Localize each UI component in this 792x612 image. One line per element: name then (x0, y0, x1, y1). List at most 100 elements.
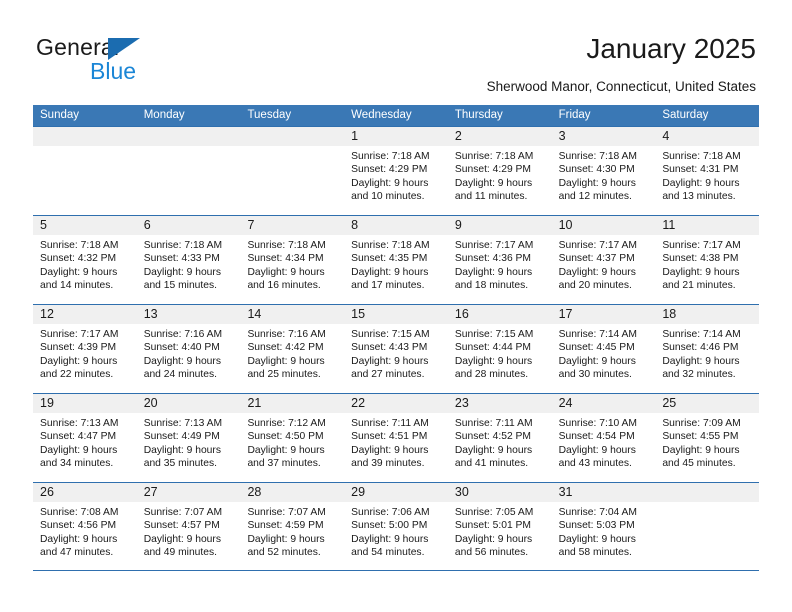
day-daylight-line1-text: Daylight: 9 hours (247, 266, 325, 278)
day-sunrise-text: Sunrise: 7:08 AM (40, 507, 119, 518)
day-sun-info: Sunrise: 7:11 AM Sunset: 4:51 PM Daylight:… (344, 413, 448, 471)
day-number-band (240, 127, 345, 146)
calendar-day-cell[interactable]: 10 Sunrise: 7:17 AM Sunset: 4:37 PM Dayligh… (551, 216, 656, 304)
day-number: 2 (454, 129, 462, 143)
calendar-week-row: 26 Sunrise: 7:08 AM Sunset: 4:56 PM Dayligh… (33, 482, 760, 571)
day-sun-info: Sunrise: 7:17 AM Sunset: 4:36 PM Daylight:… (448, 235, 552, 293)
calendar-day-cell[interactable]: 22 Sunrise: 7:11 AM Sunset: 4:51 PM Dayligh… (344, 394, 448, 482)
day-sunrise-text: Sunrise: 7:18 AM (247, 240, 326, 251)
calendar-day-cell[interactable]: 28 Sunrise: 7:07 AM Sunset: 4:59 PM Dayligh… (240, 483, 345, 570)
day-sunrise-text: Sunrise: 7:17 AM (454, 240, 534, 251)
calendar-day-cell[interactable]: 29 Sunrise: 7:06 AM Sunset: 5:00 PM Dayligh… (344, 483, 448, 570)
day-sunset-text: Sunset: 4:49 PM (143, 431, 220, 443)
day-sunset-text: Sunset: 4:55 PM (662, 431, 739, 443)
day-sun-info: Sunrise: 7:14 AM Sunset: 4:45 PM Daylight:… (552, 324, 656, 382)
day-sunset-text: Sunset: 4:46 PM (662, 342, 739, 354)
general-blue-logo[interactable]: General Blue (36, 34, 216, 86)
calendar-day-cell[interactable]: 25 Sunrise: 7:09 AM Sunset: 4:55 PM Dayligh… (655, 394, 760, 482)
calendar-day-cell[interactable]: 30 Sunrise: 7:05 AM Sunset: 5:01 PM Dayligh… (447, 483, 552, 570)
calendar-day-cell[interactable]: 20 Sunrise: 7:13 AM Sunset: 4:49 PM Dayligh… (136, 394, 241, 482)
logo-text-general: General (36, 34, 120, 60)
calendar-day-cell[interactable]: 23 Sunrise: 7:11 AM Sunset: 4:52 PM Dayligh… (447, 394, 552, 482)
day-number-band (33, 127, 137, 146)
calendar-day-cell[interactable]: 7 Sunrise: 7:18 AM Sunset: 4:34 PM Daylight… (240, 216, 345, 304)
day-sunset-text: Sunset: 4:29 PM (454, 164, 532, 176)
day-number: 9 (454, 218, 462, 232)
day-daylight-line2-text: and 10 minutes. (351, 191, 425, 203)
day-sunrise-text: Sunrise: 7:18 AM (454, 151, 534, 162)
calendar-day-cell[interactable]: 26 Sunrise: 7:08 AM Sunset: 4:56 PM Dayligh… (33, 483, 137, 570)
day-sun-info: Sunrise: 7:07 AM Sunset: 4:57 PM Daylight:… (137, 502, 241, 560)
calendar-day-cell[interactable]: 5 Sunrise: 7:18 AM Sunset: 4:32 PM Daylight… (33, 216, 137, 304)
calendar-day-cell[interactable]: 4 Sunrise: 7:18 AM Sunset: 4:31 PM Daylight… (655, 127, 760, 215)
calendar-day-cell[interactable]: 3 Sunrise: 7:18 AM Sunset: 4:30 PM Daylight… (551, 127, 656, 215)
day-number: 7 (247, 218, 255, 232)
calendar-day-cell-empty (136, 127, 241, 215)
day-daylight-line2-text: and 22 minutes. (40, 369, 114, 381)
day-daylight-line2-text: and 13 minutes. (662, 191, 736, 203)
calendar-day-cell[interactable]: 12 Sunrise: 7:17 AM Sunset: 4:39 PM Dayligh… (33, 305, 137, 393)
calendar-day-cell[interactable]: 13 Sunrise: 7:16 AM Sunset: 4:40 PM Dayligh… (136, 305, 241, 393)
calendar-week-row: 1 Sunrise: 7:18 AM Sunset: 4:29 PM Daylight… (33, 126, 760, 215)
day-number: 1 (351, 129, 359, 143)
day-sunset-text: Sunset: 4:36 PM (454, 253, 532, 265)
day-sunrise-text: Sunrise: 7:13 AM (40, 418, 119, 429)
day-sunset-text: Sunset: 4:39 PM (40, 342, 117, 354)
day-daylight-line2-text: and 37 minutes. (247, 458, 321, 470)
day-sunrise-text: Sunrise: 7:05 AM (454, 507, 534, 518)
day-sun-info: Sunrise: 7:18 AM Sunset: 4:35 PM Daylight:… (344, 235, 448, 293)
calendar-week-row: 5 Sunrise: 7:18 AM Sunset: 4:32 PM Daylight… (33, 215, 760, 304)
day-sunset-text: Sunset: 4:37 PM (558, 253, 635, 265)
calendar-day-cell[interactable]: 2 Sunrise: 7:18 AM Sunset: 4:29 PM Daylight… (447, 127, 552, 215)
day-daylight-line1-text: Daylight: 9 hours (351, 444, 429, 456)
calendar-day-cell[interactable]: 21 Sunrise: 7:12 AM Sunset: 4:50 PM Dayligh… (240, 394, 345, 482)
calendar-day-cell[interactable]: 15 Sunrise: 7:15 AM Sunset: 4:43 PM Dayligh… (344, 305, 448, 393)
day-sunrise-text: Sunrise: 7:10 AM (558, 418, 638, 429)
calendar-day-cell[interactable]: 24 Sunrise: 7:10 AM Sunset: 4:54 PM Dayligh… (551, 394, 656, 482)
calendar-day-cell[interactable]: 6 Sunrise: 7:18 AM Sunset: 4:33 PM Daylight… (136, 216, 241, 304)
calendar-day-cell[interactable]: 11 Sunrise: 7:17 AM Sunset: 4:38 PM Dayligh… (655, 216, 760, 304)
calendar-day-cell[interactable]: 27 Sunrise: 7:07 AM Sunset: 4:57 PM Dayligh… (136, 483, 241, 570)
calendar-day-cell[interactable]: 17 Sunrise: 7:14 AM Sunset: 4:45 PM Dayligh… (551, 305, 656, 393)
day-sunrise-text: Sunrise: 7:18 AM (40, 240, 119, 251)
day-sunrise-text: Sunrise: 7:07 AM (247, 507, 326, 518)
day-sun-info: Sunrise: 7:13 AM Sunset: 4:49 PM Daylight:… (137, 413, 241, 471)
calendar-day-cell[interactable]: 18 Sunrise: 7:14 AM Sunset: 4:46 PM Dayligh… (655, 305, 760, 393)
day-daylight-line1-text: Daylight: 9 hours (351, 533, 429, 545)
day-daylight-line1-text: Daylight: 9 hours (454, 355, 533, 367)
day-sun-info: Sunrise: 7:11 AM Sunset: 4:52 PM Daylight:… (448, 413, 552, 471)
calendar-day-cell[interactable]: 16 Sunrise: 7:15 AM Sunset: 4:44 PM Dayligh… (447, 305, 552, 393)
calendar-day-cell[interactable]: 14 Sunrise: 7:16 AM Sunset: 4:42 PM Dayligh… (240, 305, 345, 393)
calendar-day-cell[interactable]: 1 Sunrise: 7:18 AM Sunset: 4:29 PM Daylight… (344, 127, 448, 215)
day-daylight-line1-text: Daylight: 9 hours (40, 444, 118, 456)
calendar-day-cell[interactable]: 9 Sunrise: 7:17 AM Sunset: 4:36 PM Daylight… (447, 216, 552, 304)
logo-text-blue: Blue (90, 58, 137, 84)
day-sun-info: Sunrise: 7:18 AM Sunset: 4:31 PM Daylight:… (655, 146, 759, 204)
day-sun-info: Sunrise: 7:17 AM Sunset: 4:37 PM Daylight:… (552, 235, 656, 293)
day-sun-info: Sunrise: 7:16 AM Sunset: 4:40 PM Daylight:… (137, 324, 241, 382)
day-sun-info: Sunrise: 7:16 AM Sunset: 4:42 PM Daylight:… (240, 324, 344, 382)
day-daylight-line1-text: Daylight: 9 hours (351, 177, 429, 189)
day-sunset-text: Sunset: 4:59 PM (247, 520, 324, 532)
page-header: General Blue January 2025 Sherwood Manor… (0, 0, 792, 98)
day-sunset-text: Sunset: 5:01 PM (454, 520, 532, 532)
calendar-day-cell[interactable]: 8 Sunrise: 7:18 AM Sunset: 4:35 PM Daylight… (344, 216, 448, 304)
day-sun-info: Sunrise: 7:15 AM Sunset: 4:43 PM Daylight:… (344, 324, 448, 382)
day-sun-info: Sunrise: 7:18 AM Sunset: 4:30 PM Daylight:… (552, 146, 656, 204)
day-sunrise-text: Sunrise: 7:16 AM (247, 329, 326, 340)
day-number: 25 (662, 396, 677, 410)
weekday-header-wednesday: Wednesday (351, 109, 412, 121)
day-sunrise-text: Sunrise: 7:09 AM (662, 418, 741, 429)
day-daylight-line1-text: Daylight: 9 hours (662, 355, 740, 367)
day-daylight-line1-text: Daylight: 9 hours (558, 266, 636, 278)
day-number: 13 (143, 307, 158, 321)
day-sunset-text: Sunset: 5:00 PM (351, 520, 428, 532)
calendar-day-cell[interactable]: 19 Sunrise: 7:13 AM Sunset: 4:47 PM Dayligh… (33, 394, 137, 482)
day-daylight-line1-text: Daylight: 9 hours (143, 266, 221, 278)
day-sun-info: Sunrise: 7:07 AM Sunset: 4:59 PM Daylight:… (240, 502, 344, 560)
day-number-band (136, 216, 241, 235)
day-number-band (551, 127, 656, 146)
calendar-day-cell[interactable]: 31 Sunrise: 7:04 AM Sunset: 5:03 PM Dayligh… (551, 483, 656, 570)
day-sunrise-text: Sunrise: 7:13 AM (143, 418, 223, 429)
day-daylight-line2-text: and 17 minutes. (351, 280, 425, 292)
